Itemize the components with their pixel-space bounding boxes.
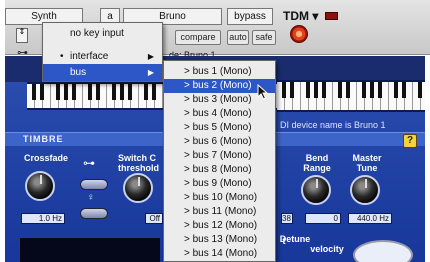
auto-button[interactable]: auto (227, 30, 249, 45)
bend-left-value[interactable]: 38 (281, 213, 293, 224)
detune-label: Detune (279, 234, 311, 244)
submenu-item-bus-9[interactable]: > bus 9 (Mono) (164, 177, 275, 191)
submenu-arrow-icon: ▶ (147, 52, 154, 61)
master-tune-value[interactable]: 440.0 Hz (348, 213, 392, 224)
menu-item-no-key-input[interactable]: no key input (43, 25, 162, 42)
key-input-menu: no key input • interface ▶ bus ▶ (42, 22, 163, 82)
stepper-icon[interactable]: ⇕ (16, 28, 28, 43)
submenu-item-bus-10[interactable]: > bus 10 (Mono) (164, 191, 275, 205)
submenu-item-bus-1[interactable]: > bus 1 (Mono) (164, 65, 275, 79)
midi-device-label: DI device name is Bruno 1 (280, 120, 386, 130)
master-label: Master (352, 153, 382, 163)
key-mode-switch[interactable] (80, 208, 108, 219)
submenu-item-bus-11[interactable]: > bus 11 (Mono) (164, 205, 275, 219)
bend-label: Bend (305, 153, 329, 163)
master-tune-knob[interactable] (350, 175, 380, 205)
threshold-value[interactable]: Off (145, 213, 163, 224)
compare-button[interactable]: compare (175, 30, 221, 45)
key-source-icon: ♀ (87, 192, 95, 203)
tune-label: Tune (356, 163, 378, 173)
submenu-item-bus-12[interactable]: > bus 12 (Mono) (164, 219, 275, 233)
velocity-label: velocity (310, 244, 344, 254)
submenu-item-bus-13[interactable]: > bus 13 (Mono) (164, 233, 275, 247)
display-strip (20, 238, 160, 262)
submenu-item-bus-8[interactable]: > bus 8 (Mono) (164, 163, 275, 177)
piano-keyboard-right[interactable] (277, 80, 425, 112)
menu-item-interface[interactable]: • interface ▶ (43, 48, 162, 65)
bypass-button[interactable]: bypass (227, 8, 273, 25)
threshold-knob[interactable] (123, 173, 153, 203)
range-label: Range (303, 163, 331, 173)
tdm-selector[interactable]: TDM ▾ (283, 9, 318, 23)
submenu-item-bus-4[interactable]: > bus 4 (Mono) (164, 107, 275, 121)
menu-item-bus[interactable]: bus ▶ (43, 64, 162, 81)
key-symbol-icon: ⊶ (83, 156, 95, 170)
threshold-label: threshold (118, 163, 160, 173)
safe-button[interactable]: safe (252, 30, 276, 45)
switch-label: Switch C (118, 153, 157, 163)
clip-indicator (325, 12, 338, 20)
key-toggle-switch[interactable] (80, 179, 108, 190)
selected-bullet: • (60, 51, 64, 62)
submenu-item-bus-7[interactable]: > bus 7 (Mono) (164, 149, 275, 163)
crossfade-label: Crossfade (23, 153, 68, 163)
power-icon[interactable] (290, 25, 308, 43)
bend-range-value[interactable]: 0 (305, 213, 341, 224)
crossfade-value[interactable]: 1.0 Hz (21, 213, 65, 224)
help-button[interactable]: ? (403, 134, 417, 148)
submenu-arrow-icon: ▶ (147, 68, 154, 77)
bend-range-knob[interactable] (301, 175, 331, 205)
velocity-graphic (353, 240, 413, 262)
timbre-section-title: TIMBRE (23, 134, 64, 144)
mouse-cursor-icon (257, 84, 269, 100)
crossfade-knob[interactable] (25, 171, 55, 201)
submenu-item-bus-14[interactable]: > bus 14 (Mono) (164, 247, 275, 261)
submenu-item-bus-6[interactable]: > bus 6 (Mono) (164, 135, 275, 149)
submenu-item-bus-5[interactable]: > bus 5 (Mono) (164, 121, 275, 135)
